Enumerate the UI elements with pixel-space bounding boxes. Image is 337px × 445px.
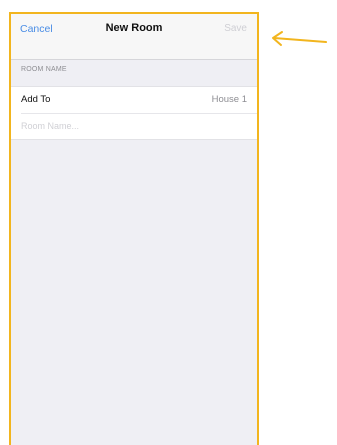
add-to-value: House 1 <box>211 94 247 105</box>
room-name-input[interactable] <box>21 117 247 135</box>
arrow-left-icon <box>272 31 327 46</box>
room-form-group: Add To House 1 <box>11 86 257 140</box>
add-to-label: Add To <box>21 94 51 105</box>
add-to-row[interactable]: Add To House 1 <box>11 87 257 113</box>
phone-screen: Cancel New Room Save ROOM NAME Add To Ho… <box>9 12 259 445</box>
navigation-bar: Cancel New Room Save <box>11 14 257 60</box>
save-button[interactable]: Save <box>224 23 247 34</box>
section-header-room-name: ROOM NAME <box>21 66 67 73</box>
screenshot-stage: Cancel New Room Save ROOM NAME Add To Ho… <box>0 0 337 445</box>
page-title: New Room <box>105 22 163 34</box>
room-name-row <box>11 113 257 139</box>
